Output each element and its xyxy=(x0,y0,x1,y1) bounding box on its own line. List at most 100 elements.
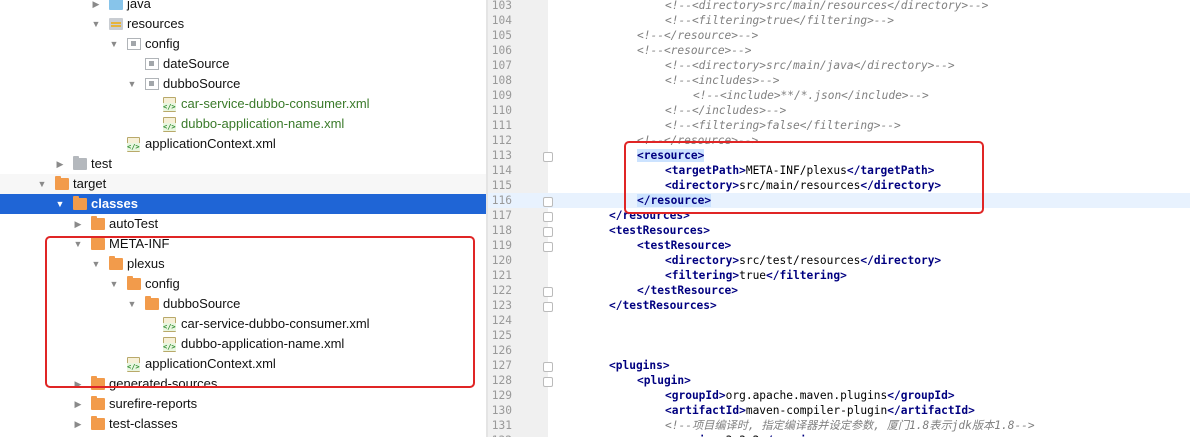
code-line[interactable]: 110 <!--</includes>--> xyxy=(488,103,1190,118)
tree-row[interactable]: car-service-dubbo-consumer.xml xyxy=(0,94,486,114)
chevron-down-icon[interactable]: ▼ xyxy=(126,294,138,314)
code-line[interactable]: 107 <!--<directory>src/main/java</directo… xyxy=(488,58,1190,73)
folder-icon xyxy=(73,156,87,170)
code-line[interactable]: 122 </testResource> xyxy=(488,283,1190,298)
tree-row[interactable]: ▼ target xyxy=(0,174,486,194)
code-line[interactable]: 132 <version>3.3.2</version> xyxy=(488,433,1190,437)
xml-comment: <!--<includes>--> xyxy=(665,74,780,87)
tree-row[interactable]: ▼ META-INF xyxy=(0,234,486,254)
code-line[interactable]: 106 <!--<resource>--> xyxy=(488,43,1190,58)
line-number: 132 xyxy=(488,433,512,437)
tree-row[interactable]: car-service-dubbo-consumer.xml xyxy=(0,314,486,334)
xml-file-icon xyxy=(163,337,176,352)
code-line[interactable]: 105 <!--</resource>--> xyxy=(488,28,1190,43)
tree-row[interactable]: dubbo-application-name.xml xyxy=(0,114,486,134)
tree-row-label: dubboSource xyxy=(163,296,241,311)
tree-row[interactable]: ▶ test xyxy=(0,154,486,174)
code-line[interactable]: 124 xyxy=(488,313,1190,328)
code-line[interactable]: 108 <!--<includes>--> xyxy=(488,73,1190,88)
code-line[interactable]: 121 <filtering>true</filtering> xyxy=(488,268,1190,283)
code-line[interactable]: 118 <testResources> xyxy=(488,223,1190,238)
chevron-right-icon[interactable]: ▶ xyxy=(72,214,84,234)
code-line[interactable]: 109 <!--<include>**/*.json</include>--> xyxy=(488,88,1190,103)
tree-row[interactable]: ▶ surefire-reports xyxy=(0,394,486,414)
fold-marker-icon[interactable] xyxy=(543,152,553,162)
tree-row-label: plexus xyxy=(127,256,165,271)
code-line[interactable]: 130 <artifactId>maven-compiler-plugin</ar… xyxy=(488,403,1190,418)
fold-marker-icon[interactable] xyxy=(543,242,553,252)
tree-row[interactable]: ▼ dubboSource xyxy=(0,74,486,94)
code-line[interactable]: 127 <plugins> xyxy=(488,358,1190,373)
code-line[interactable]: 112 <!--</resource>--> xyxy=(488,133,1190,148)
chevron-down-icon[interactable]: ▼ xyxy=(126,74,138,94)
tree-row[interactable]: ▼ classes xyxy=(0,194,486,214)
code-line[interactable]: 120 <directory>src/test/resources</direct… xyxy=(488,253,1190,268)
tree-row[interactable]: ▼ dubboSource xyxy=(0,294,486,314)
chevron-down-icon[interactable]: ▼ xyxy=(90,254,102,274)
tree-row[interactable]: ▶ java xyxy=(0,0,486,14)
chevron-down-icon[interactable]: ▼ xyxy=(54,194,66,214)
code-text: <!--</resource>--> xyxy=(637,133,758,148)
xml-tag: <directory> xyxy=(665,179,740,192)
fold-marker-icon[interactable] xyxy=(543,377,553,387)
fold-marker-icon[interactable] xyxy=(543,287,553,297)
tree-row[interactable]: ▼ config xyxy=(0,274,486,294)
code-line[interactable]: 129 <groupId>org.apache.maven.plugins</gr… xyxy=(488,388,1190,403)
code-line[interactable]: 123 </testResources> xyxy=(488,298,1190,313)
tree-row-label: META-INF xyxy=(109,236,170,251)
fold-marker-icon[interactable] xyxy=(543,197,553,207)
code-line[interactable]: 103 <!--<directory>src/main/resources</di… xyxy=(488,0,1190,13)
xml-file-icon xyxy=(163,317,176,332)
code-editor[interactable]: 103 <!--<directory>src/main/resources</di… xyxy=(488,0,1190,437)
folder-icon xyxy=(91,396,105,410)
tree-row[interactable]: dubbo-application-name.xml xyxy=(0,334,486,354)
tree-row[interactable]: applicationContext.xml xyxy=(0,134,486,154)
tree-row-label: config xyxy=(145,36,180,51)
chevron-right-icon[interactable]: ▶ xyxy=(72,374,84,394)
chevron-right-icon[interactable]: ▶ xyxy=(72,394,84,414)
code-line[interactable]: 126 xyxy=(488,343,1190,358)
chevron-down-icon[interactable]: ▼ xyxy=(72,234,84,254)
tree-row[interactable]: applicationContext.xml xyxy=(0,354,486,374)
code-line[interactable]: 128 <plugin> xyxy=(488,373,1190,388)
line-number: 123 xyxy=(491,299,512,312)
folder-icon xyxy=(127,276,141,290)
xml-tag: </groupId> xyxy=(887,389,955,402)
code-line[interactable]: 114 <targetPath>META-INF/plexus</targetPa… xyxy=(488,163,1190,178)
fold-marker-icon[interactable] xyxy=(543,362,553,372)
folder-icon xyxy=(55,176,69,190)
chevron-down-icon[interactable]: ▼ xyxy=(108,34,120,54)
fold-marker-icon[interactable] xyxy=(543,227,553,237)
fold-marker-icon[interactable] xyxy=(543,302,553,312)
code-line[interactable]: 125 xyxy=(488,328,1190,343)
tree-row-label: dubbo-application-name.xml xyxy=(181,116,345,131)
chevron-down-icon[interactable]: ▼ xyxy=(90,14,102,34)
tree-row[interactable]: dateSource xyxy=(0,54,486,74)
code-line[interactable]: 104 <!--<filtering>true</filtering>--> xyxy=(488,13,1190,28)
folder-icon xyxy=(91,216,105,230)
chevron-right-icon[interactable]: ▶ xyxy=(54,154,66,174)
tree-row[interactable]: ▶ test-classes xyxy=(0,414,486,434)
code-line[interactable]: 117 </resources> xyxy=(488,208,1190,223)
tree-row[interactable]: ▼ plexus xyxy=(0,254,486,274)
chevron-down-icon[interactable]: ▼ xyxy=(36,174,48,194)
xml-file-icon xyxy=(163,97,176,112)
tree-row[interactable]: ▶ autoTest xyxy=(0,214,486,234)
tree-row[interactable]: ▼ resources xyxy=(0,14,486,34)
xml-comment: <!--<directory>src/main/java</directory>… xyxy=(665,59,955,72)
chevron-right-icon[interactable]: ▶ xyxy=(72,414,84,434)
tree-row[interactable]: ▶ generated-sources xyxy=(0,374,486,394)
code-line[interactable]: 116 </resource> xyxy=(488,193,1190,208)
code-line[interactable]: 111 <!--<filtering>false</filtering>--> xyxy=(488,118,1190,133)
tree-row-label: test xyxy=(91,156,112,171)
tree-row[interactable]: ▼ config xyxy=(0,34,486,54)
fold-marker-icon[interactable] xyxy=(543,212,553,222)
chevron-down-icon[interactable]: ▼ xyxy=(108,274,120,294)
code-line[interactable]: 131 <!--项目编译时, 指定编译器并设定参数, 厦门1.8表示jdk版本1.… xyxy=(488,418,1190,433)
code-line[interactable]: 113 <resource> xyxy=(488,148,1190,163)
chevron-right-icon[interactable]: ▶ xyxy=(90,0,102,14)
xml-tag: </testResources> xyxy=(609,299,717,312)
code-line[interactable]: 115 <directory>src/main/resources</direct… xyxy=(488,178,1190,193)
line-number: 122 xyxy=(491,284,512,297)
code-line[interactable]: 119 <testResource> xyxy=(488,238,1190,253)
